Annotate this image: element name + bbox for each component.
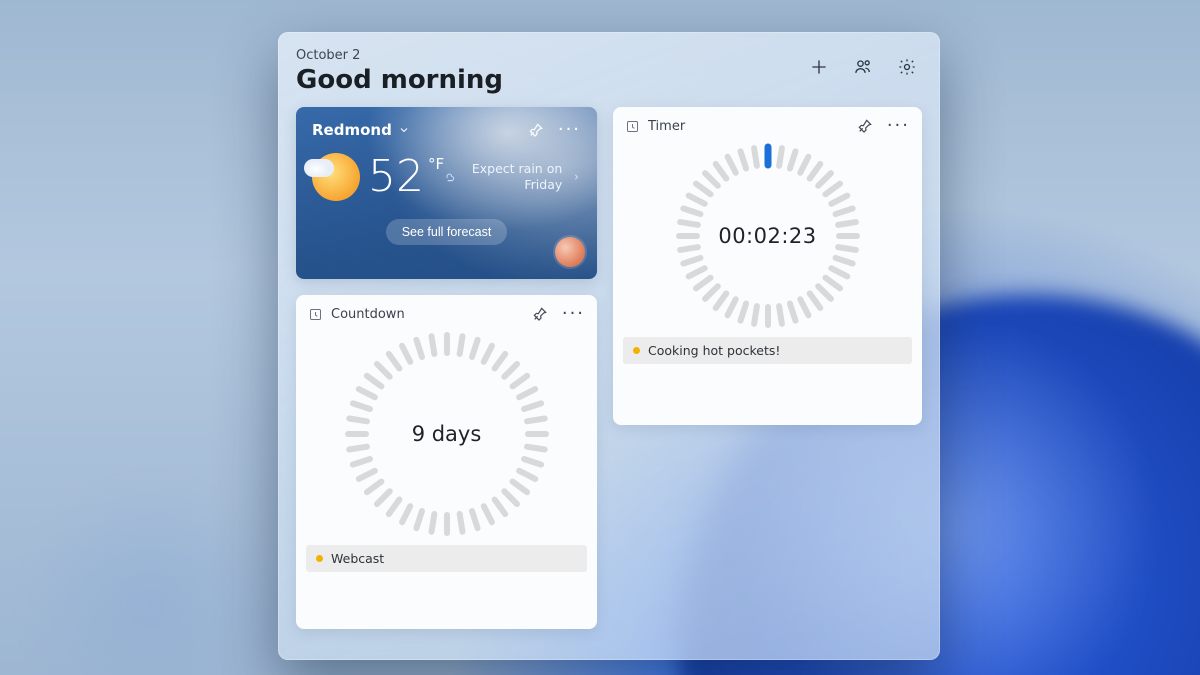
account-button[interactable] bbox=[852, 56, 874, 78]
status-dot-icon bbox=[633, 347, 640, 354]
timer-banner[interactable]: Cooking hot pockets! bbox=[623, 337, 912, 364]
date-line: October 2 bbox=[296, 48, 503, 63]
weather-current: 52°F bbox=[312, 153, 444, 201]
plus-icon bbox=[809, 57, 829, 77]
countdown-banner-text: Webcast bbox=[331, 551, 384, 566]
weather-forecast-hint[interactable]: Expect rain on Friday bbox=[444, 161, 581, 192]
timer-value: 00:02:23 bbox=[718, 224, 816, 248]
timer-title: Timer bbox=[648, 119, 685, 134]
timer-banner-text: Cooking hot pockets! bbox=[648, 343, 780, 358]
countdown-banner[interactable]: Webcast bbox=[306, 545, 587, 572]
greeting-block: October 2 Good morning bbox=[296, 48, 503, 95]
status-dot-icon bbox=[316, 555, 323, 562]
weather-condition-icon bbox=[312, 153, 360, 201]
weather-card[interactable]: Redmond ··· 52°F bbox=[296, 107, 597, 279]
chevron-down-icon bbox=[398, 124, 410, 136]
countdown-title: Countdown bbox=[331, 307, 405, 322]
people-icon bbox=[853, 57, 873, 77]
timer-dial: 00:02:23 bbox=[673, 141, 863, 331]
weather-location-selector[interactable]: Redmond bbox=[312, 121, 410, 139]
forecast-hint-text: Expect rain on Friday bbox=[466, 161, 562, 192]
add-widget-button[interactable] bbox=[808, 56, 830, 78]
more-button[interactable]: ··· bbox=[562, 305, 585, 323]
timer-card[interactable]: Timer ··· 00:02:23 Cooking hot pocke bbox=[613, 107, 922, 425]
weather-unit: °F bbox=[428, 155, 444, 173]
countdown-card[interactable]: Countdown ··· 9 days Webcast bbox=[296, 295, 597, 629]
more-button[interactable]: ··· bbox=[558, 121, 581, 139]
rain-icon bbox=[444, 169, 456, 185]
greeting-text: Good morning bbox=[296, 65, 503, 95]
clock-app-icon bbox=[308, 307, 323, 322]
pin-icon[interactable] bbox=[857, 118, 873, 134]
widgets-panel: October 2 Good morning bbox=[278, 32, 940, 660]
gear-icon bbox=[897, 57, 917, 77]
avatar[interactable] bbox=[555, 237, 585, 267]
pin-icon[interactable] bbox=[528, 122, 544, 138]
clock-app-icon bbox=[625, 119, 640, 134]
header-actions bbox=[808, 48, 922, 78]
settings-button[interactable] bbox=[896, 56, 918, 78]
panel-header: October 2 Good morning bbox=[296, 48, 922, 95]
pin-icon[interactable] bbox=[532, 306, 548, 322]
countdown-value: 9 days bbox=[412, 422, 482, 446]
countdown-dial: 9 days bbox=[342, 329, 552, 539]
chevron-right-icon bbox=[572, 171, 581, 183]
see-full-forecast-button[interactable]: See full forecast bbox=[386, 219, 508, 245]
weather-temperature: 52 bbox=[368, 151, 424, 202]
more-button[interactable]: ··· bbox=[887, 117, 910, 135]
weather-city: Redmond bbox=[312, 121, 392, 139]
